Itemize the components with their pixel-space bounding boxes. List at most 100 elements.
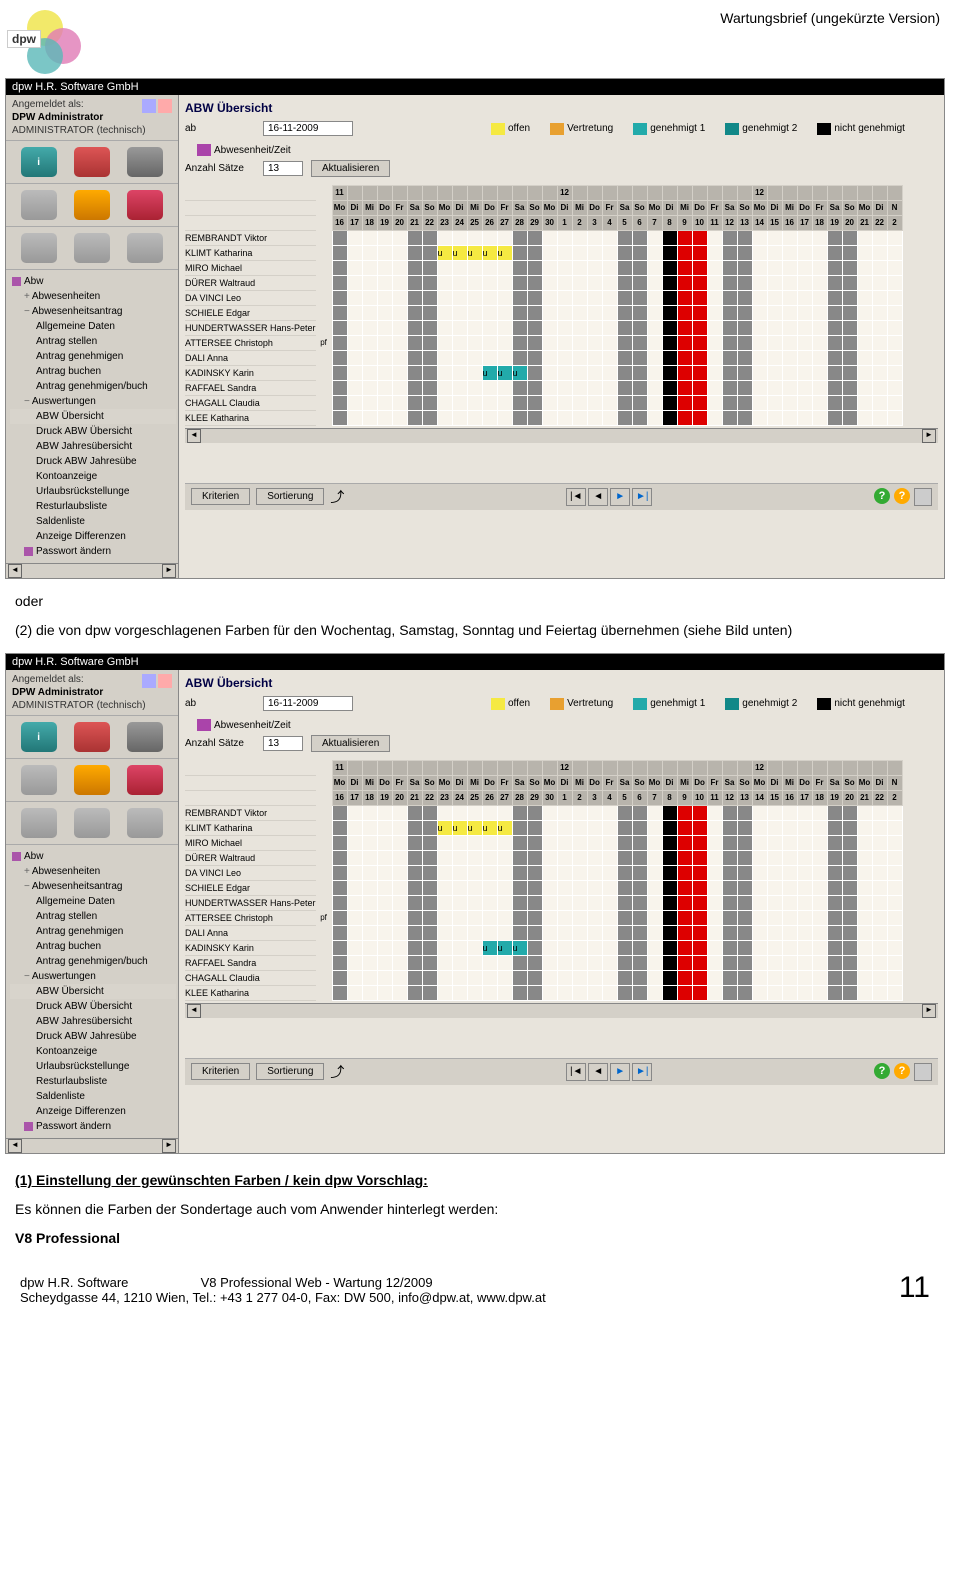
grid-cell[interactable] bbox=[662, 305, 677, 320]
grid-cell[interactable] bbox=[887, 245, 902, 260]
grid-cell[interactable] bbox=[527, 260, 542, 275]
tree-item[interactable]: Antrag buchen bbox=[10, 939, 176, 954]
grid-cell[interactable] bbox=[392, 410, 407, 425]
grid-cell[interactable] bbox=[557, 380, 572, 395]
grid-cell[interactable] bbox=[737, 925, 752, 940]
grid-cell[interactable] bbox=[677, 925, 692, 940]
grid-cell[interactable] bbox=[347, 305, 362, 320]
grid-cell[interactable] bbox=[782, 395, 797, 410]
grid-cell[interactable] bbox=[677, 260, 692, 275]
help-icon[interactable]: ? bbox=[874, 1063, 890, 1079]
grid-cell[interactable] bbox=[332, 305, 347, 320]
grid-cell[interactable] bbox=[842, 305, 857, 320]
grid-cell[interactable] bbox=[542, 985, 557, 1000]
export-icon[interactable]: ⤴ bbox=[330, 487, 344, 507]
grid-cell[interactable] bbox=[737, 395, 752, 410]
grid-cell[interactable] bbox=[752, 410, 767, 425]
grid-cell[interactable] bbox=[782, 275, 797, 290]
grid-cell[interactable] bbox=[857, 320, 872, 335]
grid-cell[interactable] bbox=[602, 245, 617, 260]
grid-cell[interactable] bbox=[842, 805, 857, 820]
tree-item[interactable]: −Abwesenheitsantrag bbox=[10, 304, 176, 319]
grid-cell[interactable] bbox=[467, 350, 482, 365]
grid-cell[interactable] bbox=[632, 820, 647, 835]
user-icon[interactable] bbox=[142, 674, 156, 688]
grid-cell[interactable] bbox=[617, 865, 632, 880]
grid-cell[interactable] bbox=[842, 880, 857, 895]
grid-cell[interactable] bbox=[767, 925, 782, 940]
grid-cell[interactable] bbox=[722, 940, 737, 955]
anzahl-input[interactable]: 13 bbox=[263, 161, 303, 176]
grid-cell[interactable] bbox=[722, 895, 737, 910]
grid-cell[interactable] bbox=[392, 835, 407, 850]
grid-cell[interactable] bbox=[347, 850, 362, 865]
grid-cell[interactable] bbox=[497, 335, 512, 350]
grid-cell[interactable] bbox=[797, 835, 812, 850]
grid-cell[interactable] bbox=[362, 955, 377, 970]
grid-cell[interactable] bbox=[737, 290, 752, 305]
grid-cell[interactable] bbox=[737, 805, 752, 820]
grid-cell[interactable] bbox=[527, 955, 542, 970]
grid-cell[interactable] bbox=[542, 335, 557, 350]
grid-cell[interactable] bbox=[647, 275, 662, 290]
grid-cell[interactable] bbox=[827, 940, 842, 955]
grid-cell[interactable] bbox=[377, 365, 392, 380]
grid-cell[interactable] bbox=[662, 260, 677, 275]
grid-cell[interactable] bbox=[602, 835, 617, 850]
grid-cell[interactable] bbox=[767, 835, 782, 850]
grid-cell[interactable] bbox=[662, 985, 677, 1000]
grid-cell[interactable] bbox=[662, 320, 677, 335]
grid-cell[interactable] bbox=[587, 910, 602, 925]
grid-cell[interactable] bbox=[572, 275, 587, 290]
grid-cell[interactable] bbox=[857, 260, 872, 275]
grid-cell[interactable]: u bbox=[497, 820, 512, 835]
grid-cell[interactable] bbox=[482, 305, 497, 320]
tree-item[interactable]: Antrag genehmigen bbox=[10, 349, 176, 364]
grid-cell[interactable] bbox=[842, 230, 857, 245]
grid-cell[interactable] bbox=[782, 865, 797, 880]
grid-cell[interactable] bbox=[812, 940, 827, 955]
grid-cell[interactable] bbox=[362, 970, 377, 985]
grid-cell[interactable]: u bbox=[482, 365, 497, 380]
grid-cell[interactable] bbox=[737, 350, 752, 365]
grid-cell[interactable] bbox=[797, 985, 812, 1000]
grid-cell[interactable] bbox=[617, 955, 632, 970]
grid-cell[interactable] bbox=[392, 260, 407, 275]
grid-cell[interactable] bbox=[407, 955, 422, 970]
grid-cell[interactable] bbox=[572, 290, 587, 305]
grid-cell[interactable] bbox=[782, 925, 797, 940]
grid-cell[interactable] bbox=[602, 365, 617, 380]
grid-cell[interactable] bbox=[512, 245, 527, 260]
nav-prev-icon[interactable]: ◄ bbox=[588, 1063, 608, 1081]
grid-cell[interactable] bbox=[557, 910, 572, 925]
grid-cell[interactable] bbox=[602, 850, 617, 865]
grid-cell[interactable] bbox=[722, 380, 737, 395]
grid-cell[interactable] bbox=[437, 320, 452, 335]
grid-cell[interactable] bbox=[377, 895, 392, 910]
grid-cell[interactable] bbox=[422, 335, 437, 350]
grid-cell[interactable] bbox=[782, 880, 797, 895]
grid-cell[interactable] bbox=[362, 410, 377, 425]
grid-cell[interactable] bbox=[497, 290, 512, 305]
grid-cell[interactable] bbox=[812, 365, 827, 380]
grid-cell[interactable] bbox=[332, 335, 347, 350]
grid-cell[interactable] bbox=[617, 970, 632, 985]
grid-cell[interactable] bbox=[512, 275, 527, 290]
grid-cell[interactable] bbox=[782, 910, 797, 925]
grid-cell[interactable] bbox=[467, 895, 482, 910]
grid-cell[interactable] bbox=[857, 410, 872, 425]
grid-cell[interactable] bbox=[827, 380, 842, 395]
grid-cell[interactable] bbox=[692, 290, 707, 305]
grid-cell[interactable] bbox=[767, 410, 782, 425]
grid-cell[interactable] bbox=[752, 365, 767, 380]
grid-cell[interactable] bbox=[722, 925, 737, 940]
grid-cell[interactable] bbox=[632, 305, 647, 320]
grid-cell[interactable] bbox=[497, 865, 512, 880]
grid-cell[interactable] bbox=[737, 955, 752, 970]
grid-cell[interactable] bbox=[527, 230, 542, 245]
grid-cell[interactable] bbox=[467, 985, 482, 1000]
grid-cell[interactable] bbox=[542, 970, 557, 985]
grid-cell[interactable] bbox=[542, 410, 557, 425]
grid-cell[interactable] bbox=[362, 245, 377, 260]
grid-cell[interactable] bbox=[542, 895, 557, 910]
